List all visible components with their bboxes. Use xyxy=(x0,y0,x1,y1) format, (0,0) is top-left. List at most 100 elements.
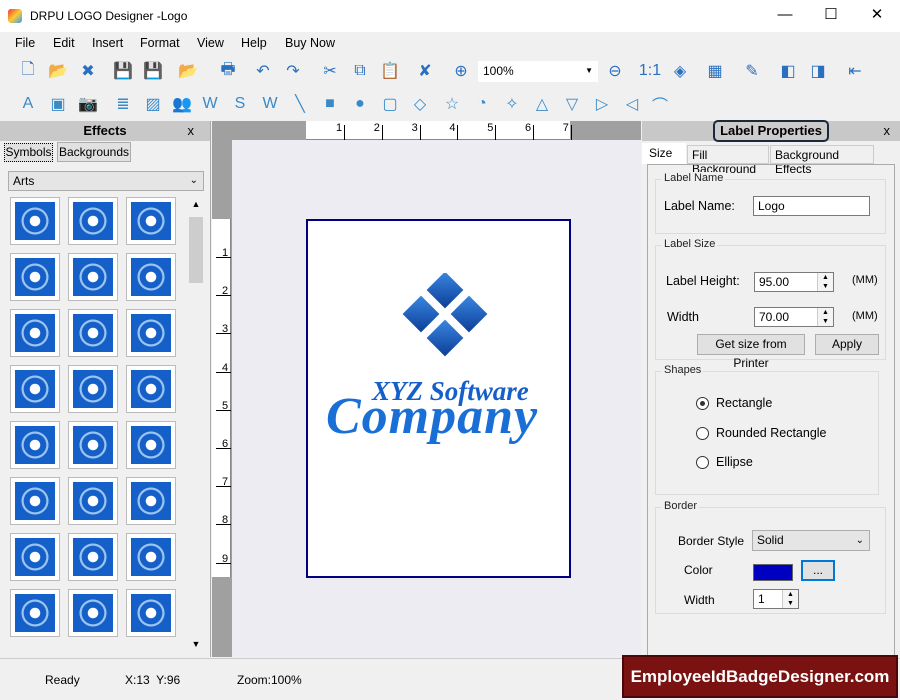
text-icon[interactable]: A xyxy=(16,92,40,116)
symbol-thumbnail[interactable] xyxy=(10,197,60,245)
edit-icon[interactable]: ✎ xyxy=(740,59,764,83)
save-icon[interactable]: 💾 xyxy=(111,59,135,83)
label-width-input[interactable]: 70.00 ▲ ▼ xyxy=(754,307,834,327)
send-back-icon[interactable]: ◨ xyxy=(806,59,830,83)
menu-format[interactable]: Format xyxy=(140,36,180,50)
menu-help[interactable]: Help xyxy=(241,36,267,50)
triangle-down-icon[interactable]: ▽ xyxy=(560,92,584,116)
background-icon[interactable]: ▨ xyxy=(141,92,165,116)
word-art-icon[interactable]: W xyxy=(198,92,222,116)
align-left-icon[interactable]: ⇤ xyxy=(843,59,867,83)
symbol-thumbnail[interactable] xyxy=(10,253,60,301)
effects-close-button[interactable]: x xyxy=(188,121,195,141)
actual-size-icon[interactable]: 1:1 xyxy=(638,59,662,83)
layers-icon[interactable]: ≣ xyxy=(111,92,135,116)
arc-icon[interactable]: ⌒ xyxy=(648,92,672,116)
undo-icon[interactable]: ↶ xyxy=(251,59,275,83)
label-name-input[interactable]: Logo xyxy=(753,196,870,216)
category-dropdown[interactable]: Arts ⌄ xyxy=(8,171,204,191)
label-canvas[interactable]: XYZ Software Company xyxy=(306,219,571,578)
new-icon[interactable]: 🗋 xyxy=(16,59,40,83)
tab-size[interactable]: Size xyxy=(642,143,686,164)
star-icon[interactable]: ☆ xyxy=(440,92,464,116)
tab-backgrounds[interactable]: Backgrounds xyxy=(57,142,131,162)
menu-file[interactable]: File xyxy=(15,36,35,50)
border-width-spinner[interactable]: ▲ ▼ xyxy=(782,590,798,608)
rectangle-icon[interactable]: ■ xyxy=(318,92,342,116)
rounded-rectangle-icon[interactable]: ▢ xyxy=(378,92,402,116)
triangle-right-icon[interactable]: ▷ xyxy=(590,92,614,116)
image-icon[interactable]: ▣ xyxy=(46,92,70,116)
radio-rectangle[interactable] xyxy=(696,397,709,410)
symbol-thumbnail[interactable] xyxy=(10,365,60,413)
symbol-thumbnail[interactable] xyxy=(126,253,176,301)
width-spinner[interactable]: ▲ ▼ xyxy=(817,308,833,326)
symbol-thumbnail[interactable] xyxy=(126,421,176,469)
symbol-thumbnail[interactable] xyxy=(126,309,176,357)
color-picker-button[interactable]: ... xyxy=(801,560,835,581)
cut-icon[interactable]: ✂ xyxy=(318,59,342,83)
close-button[interactable]: ✕ xyxy=(854,0,900,32)
symbol-thumbnail[interactable] xyxy=(68,197,118,245)
minimize-button[interactable]: — xyxy=(762,0,808,32)
symbol-thumbnail[interactable] xyxy=(10,477,60,525)
pie-icon[interactable]: ◔ xyxy=(470,92,494,116)
symbol-thumbnail[interactable] xyxy=(68,533,118,581)
maximize-button[interactable]: ☐ xyxy=(808,0,854,32)
get-size-from-printer-button[interactable]: Get size from Printer xyxy=(697,334,805,370)
open-icon[interactable]: 📂 xyxy=(46,59,70,83)
scrollbar-thumb[interactable] xyxy=(189,217,203,283)
symbol-thumbnail[interactable] xyxy=(10,589,60,637)
symbol-thumbnail[interactable] xyxy=(68,477,118,525)
radio-rounded-rectangle[interactable] xyxy=(696,427,709,440)
triangle-icon[interactable]: △ xyxy=(530,92,554,116)
delete-icon[interactable]: ✘ xyxy=(413,59,437,83)
redo-icon[interactable]: ↷ xyxy=(281,59,305,83)
grid-icon[interactable]: ▦ xyxy=(703,59,727,83)
height-spinner[interactable]: ▲ ▼ xyxy=(817,273,833,291)
symbol-thumbnail[interactable] xyxy=(68,309,118,357)
triangle-left-icon[interactable]: ◁ xyxy=(620,92,644,116)
save-as-icon[interactable]: 💾 xyxy=(141,59,165,83)
shape-ellipse-label[interactable]: Ellipse xyxy=(716,455,753,469)
close-file-icon[interactable]: ✖ xyxy=(76,59,100,83)
border-color-swatch[interactable] xyxy=(753,564,793,581)
border-width-input[interactable]: 1 ▲ ▼ xyxy=(753,589,799,609)
zoom-combo[interactable]: 100% ▼ xyxy=(478,61,598,82)
menu-edit[interactable]: Edit xyxy=(53,36,75,50)
logo-text-line2[interactable]: Company xyxy=(326,387,538,446)
paste-icon[interactable]: 📋 xyxy=(378,59,402,83)
border-style-dropdown[interactable]: Solid ⌄ xyxy=(752,530,870,551)
diamond-icon[interactable]: ◇ xyxy=(408,92,432,116)
symbol-thumbnail[interactable] xyxy=(68,421,118,469)
symbol-thumbnail[interactable] xyxy=(126,533,176,581)
users-icon[interactable]: 👥 xyxy=(170,92,194,116)
shape-rectangle-label[interactable]: Rectangle xyxy=(716,396,772,410)
logo-diamonds-icon[interactable] xyxy=(398,273,498,369)
shape-rounded-rectangle-label[interactable]: Rounded Rectangle xyxy=(716,426,827,440)
tab-background-effects[interactable]: Background Effects xyxy=(770,145,874,176)
symbol-thumbnail[interactable] xyxy=(126,197,176,245)
watermark-icon[interactable]: W xyxy=(258,92,282,116)
zoom-out-icon[interactable]: ⊖ xyxy=(603,59,627,83)
print-icon[interactable]: 🖶 xyxy=(216,59,240,83)
symbol-thumbnail[interactable] xyxy=(10,421,60,469)
fit-icon[interactable]: ◈ xyxy=(668,59,692,83)
symbol-thumbnail[interactable] xyxy=(126,589,176,637)
line-icon[interactable]: ╲ xyxy=(288,92,312,116)
symbol-thumbnail[interactable] xyxy=(126,477,176,525)
apply-button[interactable]: Apply xyxy=(815,334,879,355)
symbols-scrollbar[interactable]: ▲ ▼ xyxy=(188,199,204,649)
symbol-thumbnail[interactable] xyxy=(126,365,176,413)
symbol-thumbnail[interactable] xyxy=(10,309,60,357)
properties-close-button[interactable]: x xyxy=(884,121,891,141)
menu-view[interactable]: View xyxy=(197,36,224,50)
zoom-in-icon[interactable]: ⊕ xyxy=(449,59,473,83)
camera-icon[interactable]: 📷 xyxy=(76,92,100,116)
bring-front-icon[interactable]: ◧ xyxy=(776,59,800,83)
label-height-input[interactable]: 95.00 ▲ ▼ xyxy=(754,272,834,292)
symbol-thumbnail[interactable] xyxy=(68,589,118,637)
tab-symbols[interactable]: Symbols xyxy=(4,143,53,162)
symbol-thumbnail[interactable] xyxy=(10,533,60,581)
signature-icon[interactable]: S xyxy=(228,92,252,116)
